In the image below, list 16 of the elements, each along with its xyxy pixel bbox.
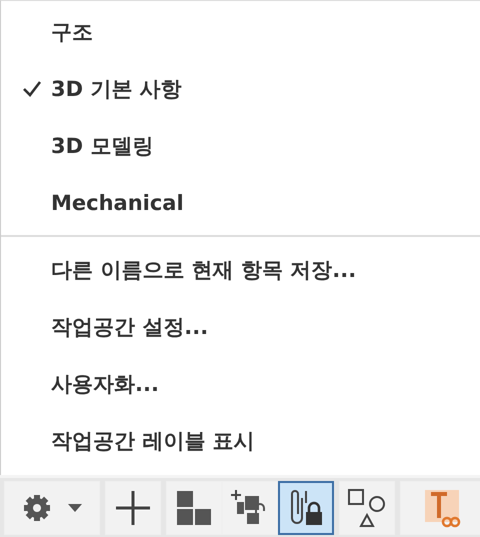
tiles-icon (176, 490, 212, 526)
plus-icon (115, 490, 151, 526)
settings-icon (22, 492, 52, 522)
menu-item[interactable]: 다른 이름으로 현재 항목 저장... (1, 241, 480, 298)
menu-item[interactable]: 사용자화... (1, 355, 480, 412)
menu-item[interactable]: 구조 (1, 3, 480, 60)
menu-item[interactable]: 3D 기본 사항 (1, 60, 480, 117)
menu-item[interactable]: 작업공간 레이블 표시 (1, 412, 480, 469)
settings-button[interactable] (4, 480, 100, 534)
shapes-icon (347, 488, 387, 528)
caret-icon (68, 504, 82, 512)
menu-item[interactable]: 3D 모델링 (1, 117, 480, 174)
app-link-icon (423, 488, 463, 528)
menu-item[interactable]: Mechanical (1, 174, 480, 231)
toolbar-button[interactable] (278, 480, 334, 534)
menu-item[interactable]: 작업공간 설정... (1, 298, 480, 355)
